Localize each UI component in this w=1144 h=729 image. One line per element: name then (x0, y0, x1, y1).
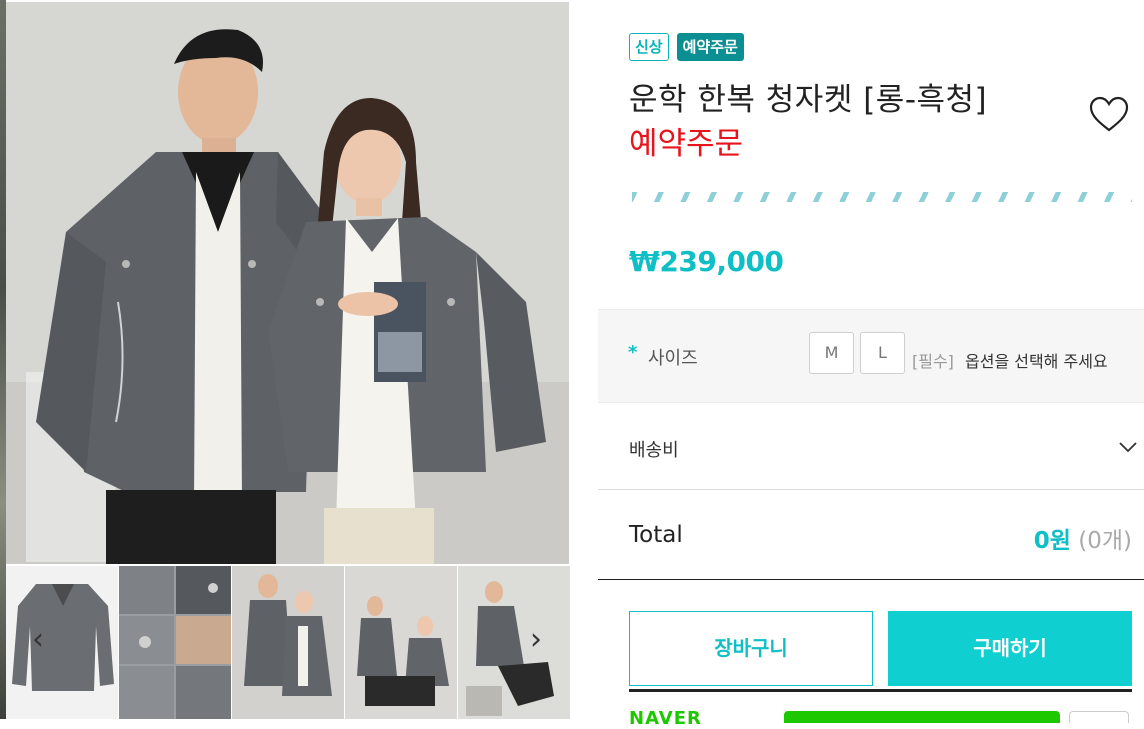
models-photo (6, 2, 569, 564)
total-label: Total (629, 522, 683, 548)
wishlist-button[interactable] (1088, 95, 1130, 135)
shipping-label: 배송비 (629, 440, 679, 461)
total-row: Total 0원 (0개) (598, 490, 1144, 580)
section-divider (629, 689, 1132, 692)
total-value: 0원 (0개) (1034, 521, 1132, 555)
option-hint: 옵션을 선택해 주세요 (965, 352, 1108, 371)
decorative-divider (632, 192, 1132, 202)
thumb-prev-button[interactable]: ‹ (26, 620, 50, 660)
chevron-down-icon (1119, 442, 1137, 453)
model-pose-image (466, 581, 554, 716)
product-badges: 신상 예약주문 (629, 33, 744, 61)
jacket-flat-image (12, 584, 114, 691)
preorder-badge: 예약주문 (676, 33, 744, 61)
total-count: (0개) (1078, 528, 1132, 554)
thumbnail-5[interactable] (458, 566, 571, 719)
thumbnail-3[interactable] (232, 566, 345, 719)
naver-pay-button[interactable] (784, 711, 1060, 723)
size-option-row: * 사이즈 M L [필수] 옵션을 선택해 주세요 (598, 309, 1144, 403)
required-tag: [필수] (912, 352, 954, 371)
product-title: 운학 한복 청자켓 [롱-흑청] (629, 82, 988, 118)
jacket-detail-image (119, 566, 231, 719)
required-marker: * (628, 342, 638, 363)
size-label: 사이즈 (648, 348, 698, 369)
product-info-panel: 신상 예약주문 운학 한복 청자켓 [롱-흑청] 예약주문 ₩239,000 *… (598, 0, 1144, 729)
main-product-image (6, 2, 569, 564)
thumbnail-2[interactable] (119, 566, 232, 719)
add-to-cart-button[interactable]: 장바구니 (629, 611, 873, 686)
buy-now-button[interactable]: 구매하기 (888, 611, 1132, 686)
heart-icon (1089, 96, 1129, 132)
naver-wish-button[interactable] (1069, 711, 1129, 723)
new-badge: 신상 (629, 33, 669, 61)
thumbnail-1[interactable] (6, 566, 119, 719)
product-gallery: ‹ › (0, 0, 572, 719)
product-title-preorder: 예약주문 (629, 126, 744, 162)
thumb-next-button[interactable]: › (524, 620, 548, 660)
total-amount: 0원 (1033, 528, 1071, 554)
models-sitting-image (357, 596, 449, 706)
models-thumb-image (244, 574, 332, 696)
size-l-button[interactable]: L (860, 332, 905, 374)
thumbnail-4[interactable] (345, 566, 458, 719)
product-price: ₩239,000 (629, 245, 784, 278)
size-m-button[interactable]: M (809, 332, 854, 374)
thumbnail-strip (6, 566, 571, 719)
shipping-fee-row[interactable]: 배송비 (598, 403, 1144, 490)
